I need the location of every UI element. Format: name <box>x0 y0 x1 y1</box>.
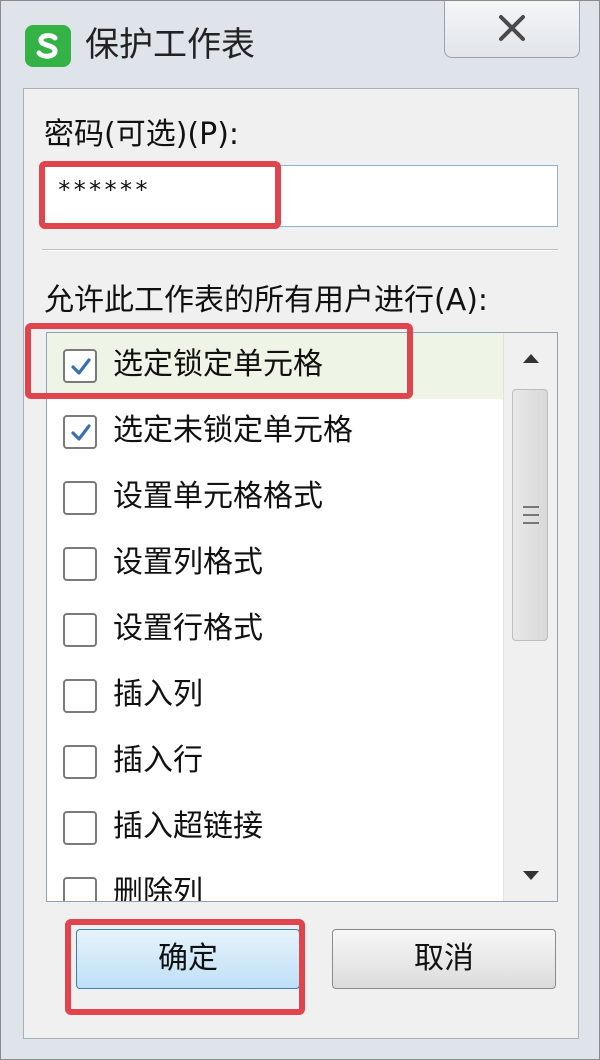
scrollbar[interactable] <box>503 333 557 901</box>
highlight-box-first-option <box>25 323 413 399</box>
permission-item[interactable]: 插入行 <box>47 729 503 795</box>
close-icon <box>499 15 525 41</box>
permission-label: 删除列 <box>113 875 203 902</box>
permission-checkbox[interactable] <box>63 877 97 901</box>
dialog-title: 保护工作表 <box>85 25 255 65</box>
permission-label: 选定未锁定单元格 <box>113 413 353 448</box>
permission-item[interactable]: 设置行格式 <box>47 597 503 663</box>
separator <box>42 249 558 251</box>
password-label: 密码(可选)(P): <box>44 117 240 152</box>
permission-checkbox[interactable] <box>63 745 97 779</box>
permission-label: 设置单元格格式 <box>113 479 323 514</box>
permissions-label: 允许此工作表的所有用户进行(A): <box>44 283 489 318</box>
permission-checkbox[interactable] <box>63 811 97 845</box>
highlight-box-password <box>39 161 281 229</box>
permission-checkbox[interactable] <box>63 679 97 713</box>
highlight-box-ok-button <box>65 919 305 1015</box>
permission-checkbox[interactable] <box>63 481 97 515</box>
permission-item[interactable]: 选定未锁定单元格 <box>47 399 503 465</box>
permission-label: 设置行格式 <box>113 611 263 646</box>
permission-checkbox[interactable] <box>63 415 97 449</box>
permission-label: 插入超链接 <box>113 809 263 844</box>
permission-item[interactable]: 删除列 <box>47 861 503 902</box>
permission-label: 设置列格式 <box>113 545 263 580</box>
permission-checkbox[interactable] <box>63 613 97 647</box>
scroll-up-button[interactable] <box>504 333 557 383</box>
chevron-down-icon <box>523 871 539 880</box>
close-button[interactable] <box>444 1 580 58</box>
permissions-list[interactable]: 选定锁定单元格 选定未锁定单元格 设置单元格格式 设置列格式 设置行格式 插入列 插入行 插入… <box>46 332 558 902</box>
permission-checkbox[interactable] <box>63 547 97 581</box>
permission-label: 插入列 <box>113 677 203 712</box>
scroll-down-button[interactable] <box>504 851 557 901</box>
permission-item[interactable]: 设置列格式 <box>47 531 503 597</box>
dialog-body: 密码(可选)(P): ****** 允许此工作表的所有用户进行(A): 选定锁定… <box>23 88 579 1039</box>
permission-item[interactable]: 插入列 <box>47 663 503 729</box>
permission-label: 插入行 <box>113 743 203 778</box>
protect-sheet-dialog: 保护工作表 密码(可选)(P): ****** 允许此工作表的所有用户进行(A)… <box>0 0 600 1060</box>
checkmark-icon <box>71 424 91 441</box>
scroll-thumb[interactable] <box>512 389 548 641</box>
permission-item[interactable]: 设置单元格格式 <box>47 465 503 531</box>
wps-spreadsheet-icon <box>25 25 71 67</box>
chevron-up-icon <box>523 354 539 363</box>
permission-item[interactable]: 插入超链接 <box>47 795 503 861</box>
cancel-button[interactable]: 取消 <box>332 929 556 989</box>
title-bar: 保护工作表 <box>1 1 599 87</box>
